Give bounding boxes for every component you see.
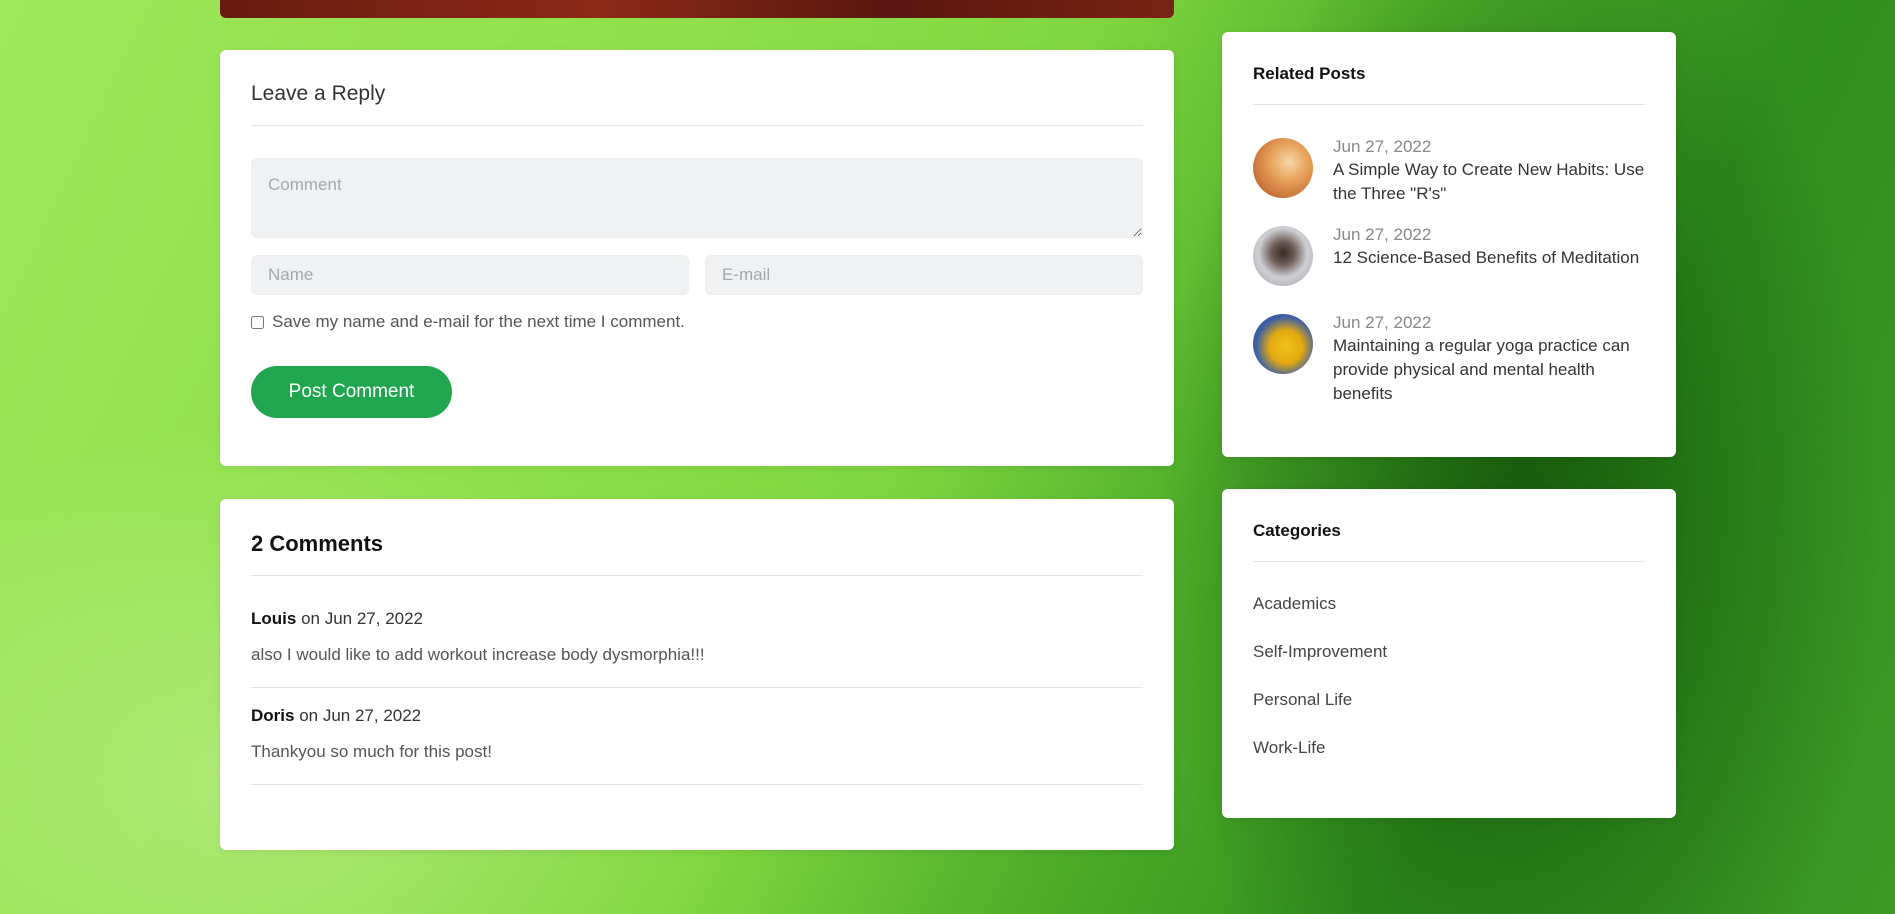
categories-title: Categories xyxy=(1253,521,1341,540)
related-post-date: Jun 27, 2022 xyxy=(1333,313,1432,332)
reply-form-card: Leave a Reply Save my name and e-mail fo… xyxy=(220,50,1174,466)
comment-textarea[interactable] xyxy=(251,158,1143,238)
comments-card: 2 Comments Louis on Jun 27, 2022 also I … xyxy=(220,499,1174,850)
comment-divider xyxy=(251,687,1143,688)
related-post-title[interactable]: 12 Science-Based Benefits of Meditation xyxy=(1333,246,1639,270)
save-info-label: Save my name and e-mail for the next tim… xyxy=(272,312,685,331)
comment-author[interactable]: Louis xyxy=(251,609,296,628)
related-post-item[interactable]: Jun 27, 2022 Maintaining a regular yoga … xyxy=(1253,312,1645,406)
save-info-row[interactable]: Save my name and e-mail for the next tim… xyxy=(251,312,685,332)
category-link-work-life[interactable]: Work-Life xyxy=(1253,738,1325,758)
categories-card: Categories Academics Self-Improvement Pe… xyxy=(1222,489,1676,818)
name-field[interactable] xyxy=(251,255,689,295)
comment-date: on Jun 27, 2022 xyxy=(301,609,424,628)
comment-item: Doris on Jun 27, 2022 Thankyou so much f… xyxy=(251,706,1143,762)
post-comment-button[interactable]: Post Comment xyxy=(251,366,452,418)
comment-date: on Jun 27, 2022 xyxy=(299,706,422,725)
related-post-item[interactable]: Jun 27, 2022 A Simple Way to Create New … xyxy=(1253,136,1645,206)
related-post-item[interactable]: Jun 27, 2022 12 Science-Based Benefits o… xyxy=(1253,224,1645,286)
comment-text: Thankyou so much for this post! xyxy=(251,742,492,761)
related-post-thumbnail[interactable] xyxy=(1253,314,1313,374)
category-link-personal-life[interactable]: Personal Life xyxy=(1253,690,1352,710)
category-link-self-improvement[interactable]: Self-Improvement xyxy=(1253,642,1387,662)
comment-author[interactable]: Doris xyxy=(251,706,294,725)
category-link-academics[interactable]: Academics xyxy=(1253,594,1336,614)
related-post-thumbnail[interactable] xyxy=(1253,226,1313,286)
related-posts-title: Related Posts xyxy=(1253,64,1366,83)
comments-count-title: 2 Comments xyxy=(251,531,384,556)
comment-meta: Doris on Jun 27, 2022 xyxy=(251,706,1143,726)
comment-text: also I would like to add workout increas… xyxy=(251,645,705,664)
categories-divider xyxy=(1253,561,1645,562)
comment-meta: Louis on Jun 27, 2022 xyxy=(251,609,1143,629)
related-post-thumbnail[interactable] xyxy=(1253,138,1313,198)
save-info-checkbox[interactable] xyxy=(251,315,264,329)
comment-divider xyxy=(251,784,1143,785)
post-hero-image xyxy=(220,0,1174,18)
related-post-title[interactable]: A Simple Way to Create New Habits: Use t… xyxy=(1333,158,1645,206)
reply-divider xyxy=(251,125,1143,126)
comment-item: Louis on Jun 27, 2022 also I would like … xyxy=(251,609,1143,665)
reply-title: Leave a Reply xyxy=(251,82,386,105)
related-posts-card: Related Posts Jun 27, 2022 A Simple Way … xyxy=(1222,32,1676,457)
related-post-date: Jun 27, 2022 xyxy=(1333,225,1432,244)
related-divider xyxy=(1253,104,1645,105)
email-field[interactable] xyxy=(705,255,1143,295)
comments-divider xyxy=(251,575,1143,576)
related-post-title[interactable]: Maintaining a regular yoga practice can … xyxy=(1333,334,1645,406)
related-post-date: Jun 27, 2022 xyxy=(1333,137,1432,156)
